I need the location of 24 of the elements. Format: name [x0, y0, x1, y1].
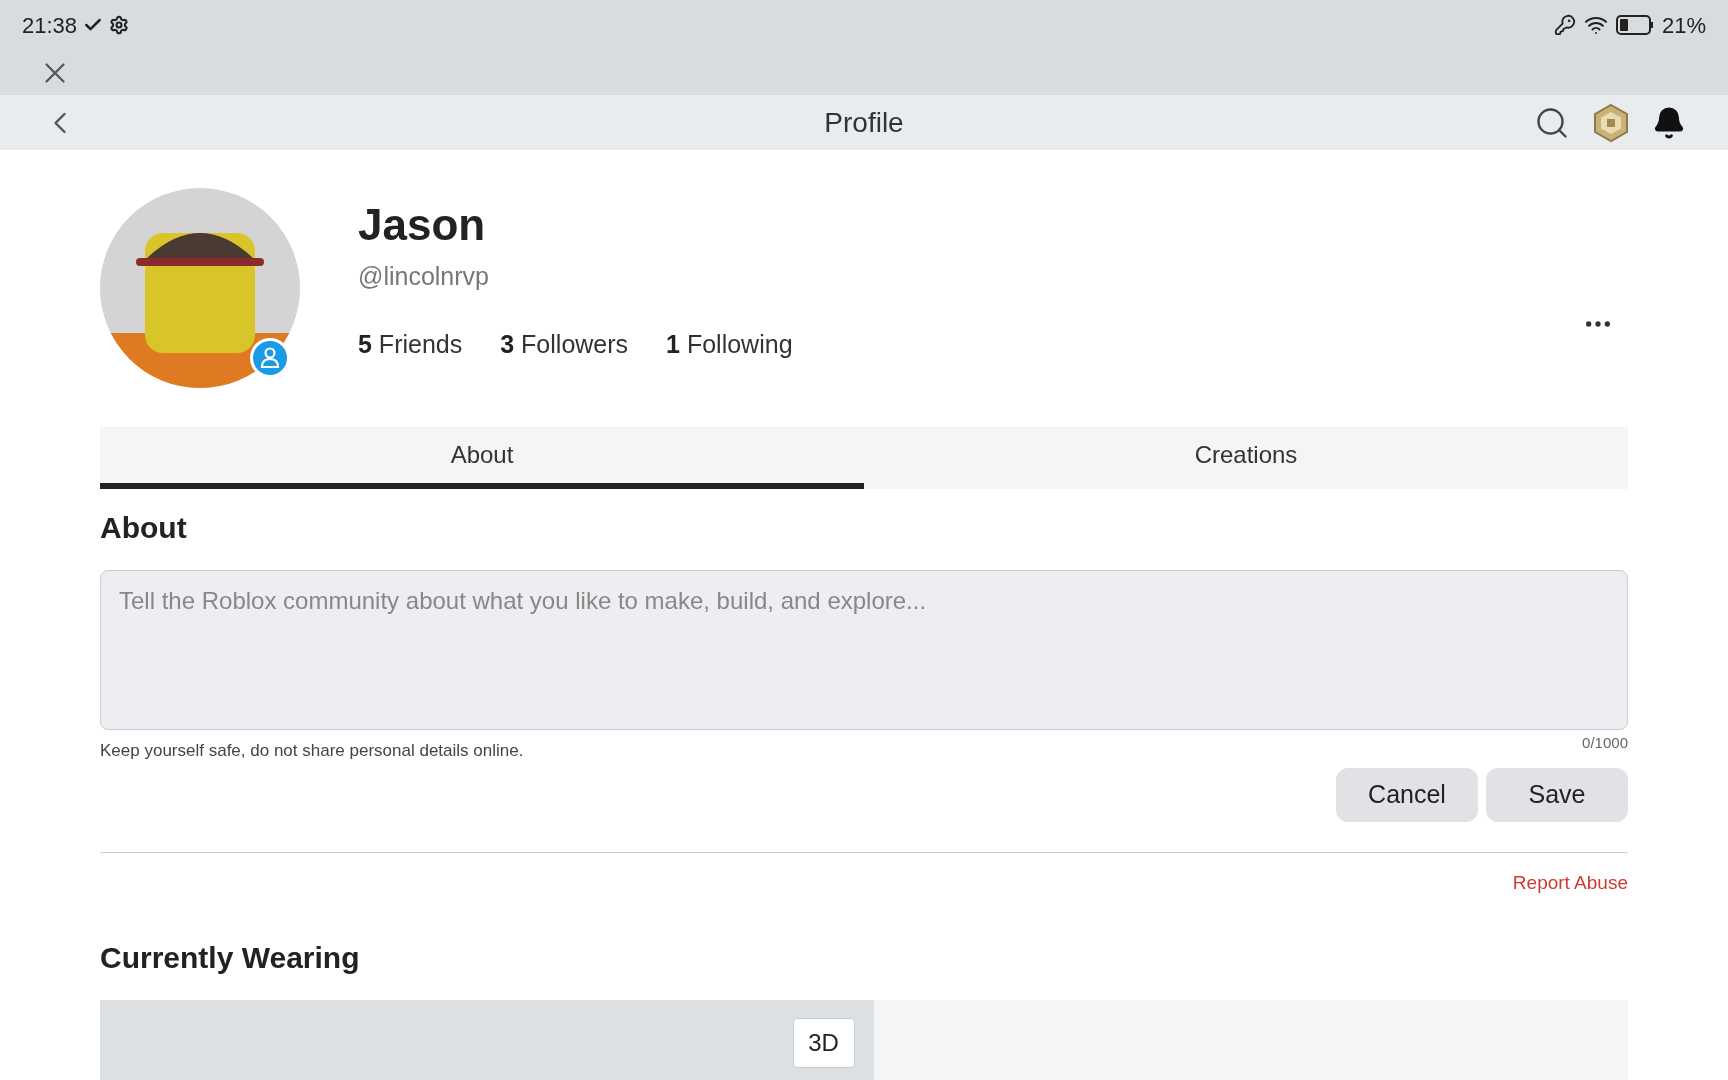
cancel-button[interactable]: Cancel — [1336, 767, 1478, 822]
key-icon — [1553, 14, 1576, 36]
settings-icon — [109, 15, 130, 35]
report-abuse-link[interactable]: Report Abuse — [1512, 868, 1628, 897]
about-field[interactable]: Tell the Roblox community about what you like to make, build, and explore... — [100, 570, 1628, 730]
section-heading: About — [100, 510, 188, 546]
battery-percent: 21% — [1661, 11, 1706, 40]
battery-icon — [1615, 15, 1654, 35]
profile-stat-link[interactable]: 3 Followers — [500, 325, 629, 363]
profile-tab[interactable]: About — [100, 427, 864, 489]
status-time: 21:38 — [22, 11, 78, 40]
profile-tab[interactable]: Creations — [864, 427, 1628, 489]
safety-hint: Keep yourself safe, do not share personal details online. — [100, 740, 524, 762]
section-heading: Currently Wearing — [100, 940, 361, 976]
profile-stat-link[interactable]: 1 Following — [666, 325, 793, 363]
hexagon-coin-icon[interactable] — [1592, 102, 1630, 143]
display-name: Jason — [358, 199, 487, 251]
username: @lincolnrvp — [358, 261, 490, 292]
bell-icon[interactable] — [1652, 105, 1686, 140]
save-button[interactable]: Save — [1486, 767, 1628, 822]
page-title: Profile — [824, 105, 904, 140]
view-3d-button[interactable]: 3D — [792, 1018, 855, 1068]
profile-stat-link[interactable]: 5 Friends — [358, 325, 463, 363]
character-counter: 0/1000 — [1582, 733, 1628, 753]
